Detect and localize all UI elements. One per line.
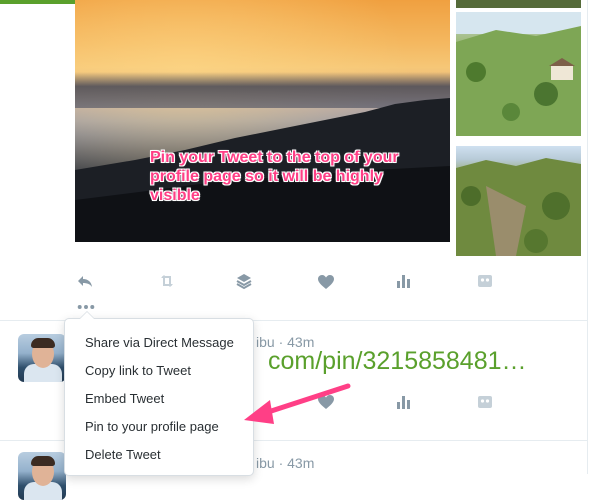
menu-item-delete[interactable]: Delete Tweet — [65, 441, 253, 469]
avatar[interactable] — [18, 452, 66, 500]
extension-icon[interactable] — [476, 272, 494, 290]
annotation-caption: Pin your Tweet to the top of your profil… — [150, 149, 399, 204]
more-dots-icon[interactable] — [77, 298, 97, 309]
tweet-meta: ibu · 43m — [256, 455, 315, 471]
active-tab-indicator — [0, 0, 75, 4]
tweet-photo-bottom-right[interactable] — [456, 146, 581, 256]
tweet-actions-menu: Share via Direct Message Copy link to Tw… — [64, 311, 254, 476]
layers-icon[interactable] — [235, 272, 253, 290]
reply-icon[interactable] — [76, 272, 94, 290]
menu-item-copy-link[interactable]: Copy link to Tweet — [65, 357, 253, 385]
tweet-photo-top-right[interactable] — [456, 12, 581, 136]
avatar[interactable] — [18, 334, 66, 382]
tweet-link[interactable]: com/pin/3215858481… — [268, 347, 527, 376]
bar-chart-icon[interactable] — [394, 272, 412, 290]
tweet-photo-strip — [456, 0, 581, 8]
column-divider — [587, 0, 588, 474]
retweet-icon[interactable] — [158, 272, 176, 290]
menu-item-embed[interactable]: Embed Tweet — [65, 385, 253, 413]
extension-icon[interactable] — [476, 393, 494, 411]
heart-icon[interactable] — [317, 273, 335, 291]
menu-item-pin-to-profile[interactable]: Pin to your profile page — [65, 413, 253, 441]
menu-item-share-dm[interactable]: Share via Direct Message — [65, 329, 253, 357]
heart-icon[interactable] — [317, 393, 335, 411]
tweet-photo-main[interactable] — [75, 0, 450, 242]
bar-chart-icon[interactable] — [394, 393, 412, 411]
